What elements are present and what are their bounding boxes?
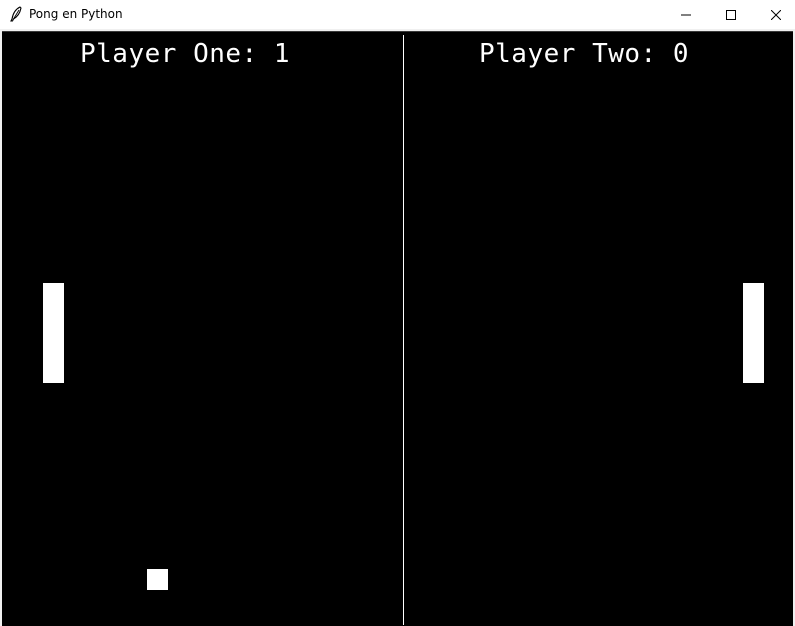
player-one-paddle	[43, 283, 64, 383]
player-two-paddle	[743, 283, 764, 383]
title-bar[interactable]: Pong en Python	[0, 0, 795, 29]
feather-icon	[9, 6, 23, 22]
app-window: Pong en Python Player One: 1 Player Two:…	[0, 0, 795, 626]
maximize-icon	[726, 5, 736, 24]
close-icon	[770, 5, 782, 24]
close-button[interactable]	[753, 0, 795, 29]
window-title: Pong en Python	[29, 7, 123, 21]
minimize-button[interactable]	[663, 0, 709, 29]
ball	[147, 569, 168, 590]
minimize-icon	[681, 5, 691, 24]
player-two-score: Player Two: 0	[479, 39, 689, 69]
player-one-score: Player One: 1	[80, 39, 290, 69]
maximize-button[interactable]	[708, 0, 754, 29]
center-line	[403, 35, 404, 625]
game-canvas[interactable]: Player One: 1 Player Two: 0	[2, 31, 793, 626]
